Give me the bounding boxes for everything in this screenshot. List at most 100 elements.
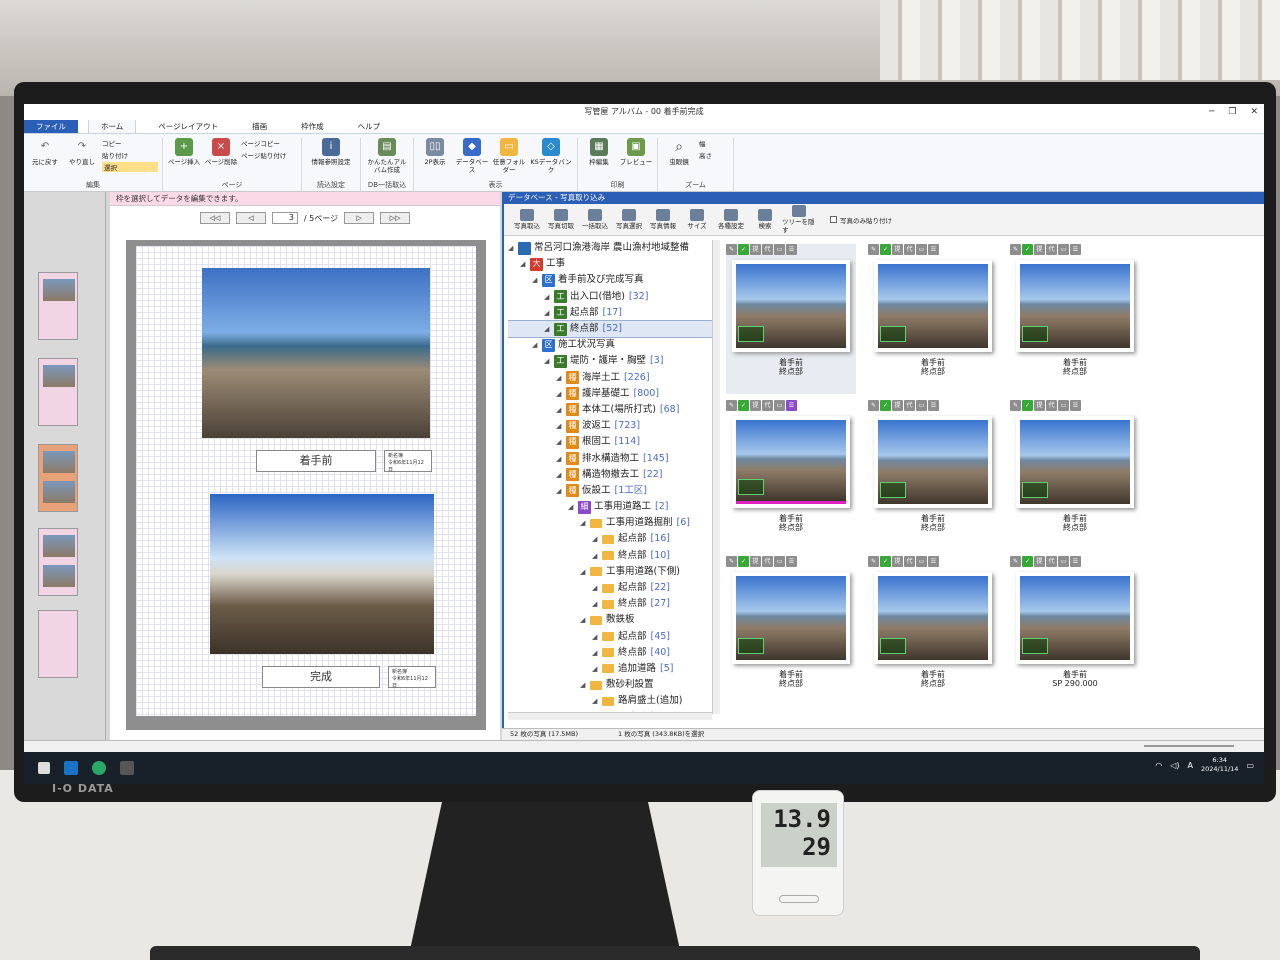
tree-node[interactable]: ◢ 種排水構造物工 [145] (508, 450, 714, 466)
expand-icon[interactable]: ◢ (556, 483, 566, 499)
photo-card[interactable]: ✎ ✓ 提代 ▭ ☰ 着手前 終点部 (726, 244, 856, 394)
zoom-slider[interactable] (1144, 745, 1234, 747)
status-icon[interactable]: ✓ (1022, 244, 1033, 255)
expand-icon[interactable]: ◢ (556, 386, 566, 402)
tree-node[interactable]: ◢ 種波返工 [723] (508, 418, 714, 434)
status-icon[interactable]: 代 (762, 400, 773, 411)
status-icon[interactable]: 代 (1046, 556, 1057, 567)
status-icon[interactable]: ✓ (738, 244, 749, 255)
expand-icon[interactable]: ◢ (508, 240, 518, 256)
expand-icon[interactable]: ◢ (592, 629, 602, 645)
page-thumb-3[interactable] (38, 444, 78, 512)
edge-icon[interactable] (92, 761, 106, 775)
db-tool-button[interactable]: 写真取込 (510, 209, 544, 230)
page-thumb-2[interactable] (38, 358, 78, 426)
tab-help[interactable]: ヘルプ (346, 120, 393, 133)
status-icon[interactable]: 提 (892, 556, 903, 567)
page-thumb-1[interactable] (38, 272, 78, 340)
tree-node[interactable]: ◢ 起点部 [22] (508, 580, 714, 596)
db-tool-button[interactable]: サイズ (680, 209, 714, 230)
select-button[interactable]: 選択 (102, 162, 158, 172)
expand-icon[interactable]: ◢ (580, 515, 590, 531)
redo-button[interactable]: ↷ やり直し (65, 138, 99, 178)
db-tool-button[interactable]: 写真情報 (646, 209, 680, 230)
expand-icon[interactable]: ◢ (580, 677, 590, 693)
status-icon[interactable]: 提 (750, 244, 761, 255)
status-icon[interactable]: ✓ (1022, 556, 1033, 567)
only-photo-checkbox[interactable]: 写真のみ貼り付け (830, 215, 892, 225)
expand-icon[interactable]: ◢ (592, 596, 602, 612)
photo-card[interactable]: ✎ ✓ 提代 ▭ ☰ 着手前 終点部 (868, 556, 998, 706)
status-icon[interactable]: ☰ (786, 244, 797, 255)
photo-thumbnail[interactable] (874, 572, 992, 664)
tree-node[interactable]: ◢ 種構造物撤去工 [22] (508, 467, 714, 483)
tree-node[interactable]: ◢ 細工事用道路工 [2] (508, 499, 714, 515)
status-icon[interactable]: ✓ (880, 400, 891, 411)
paste-button[interactable]: 貼り付け (102, 150, 158, 160)
info-ref-button[interactable]: i 情報参照設定 (306, 138, 356, 178)
tree-node[interactable]: ◢ 種本体工(場所打式) [68] (508, 402, 714, 418)
expand-icon[interactable]: ◢ (556, 434, 566, 450)
tree-node[interactable]: ◢ 工起点部 [17] (508, 305, 714, 321)
tree-node[interactable]: ◢ 工事用道路(下側) (508, 564, 714, 580)
tree-node[interactable]: ◢ 区着手前及び完成写真 (508, 272, 714, 288)
expand-icon[interactable]: ◢ (532, 272, 542, 288)
status-icon[interactable]: ✓ (880, 556, 891, 567)
start-icon[interactable] (38, 762, 50, 774)
expand-icon[interactable]: ◢ (556, 451, 566, 467)
minimize-icon[interactable]: ─ (1209, 104, 1214, 120)
status-icon[interactable]: ▭ (1058, 556, 1069, 567)
status-icon[interactable]: ▭ (774, 244, 785, 255)
expand-icon[interactable]: ◢ (592, 548, 602, 564)
stamp-frame-2[interactable]: 新名簿 令和6年11月12日 (388, 666, 436, 689)
fit-height-button[interactable]: 高さ (699, 150, 729, 160)
undo-button[interactable]: ↶ 元に戻す (28, 138, 62, 178)
status-icon[interactable]: ✓ (1022, 400, 1033, 411)
db-tool-button[interactable]: 各種設定 (714, 209, 748, 230)
expand-icon[interactable]: ◢ (556, 370, 566, 386)
database-button[interactable]: ◆ データベース (455, 138, 489, 178)
status-icon[interactable]: ✓ (738, 400, 749, 411)
status-icon[interactable]: 代 (762, 244, 773, 255)
tree-node[interactable]: ◢ 終点部 [40] (508, 645, 714, 661)
photo-card[interactable]: ✎ ✓ 提代 ▭ ☰ 着手前 終点部 (726, 556, 856, 706)
status-icon[interactable]: 代 (904, 556, 915, 567)
status-icon[interactable]: ☰ (928, 556, 939, 567)
page-thumb-4[interactable] (38, 528, 78, 596)
two-page-button[interactable]: ▯▯ 2P表示 (418, 138, 452, 178)
tree-node[interactable]: ◢ 大工事 (508, 256, 714, 272)
expand-icon[interactable]: ◢ (556, 402, 566, 418)
insert-page-button[interactable]: + ページ挿入 (167, 138, 201, 178)
photo-thumbnail[interactable] (732, 416, 850, 508)
expand-icon[interactable]: ◢ (580, 612, 590, 628)
status-icon[interactable]: ✎ (868, 556, 879, 567)
status-icon[interactable]: 提 (892, 400, 903, 411)
status-icon[interactable]: ▭ (1058, 400, 1069, 411)
ks-bank-button[interactable]: ◇ KSデータバンク (529, 138, 573, 178)
tab-draw[interactable]: 描画 (240, 120, 279, 133)
photo-card[interactable]: ✎ ✓ 提代 ▭ ☰ 着手前 SP 290.000 (1010, 556, 1140, 706)
status-icon[interactable]: ✎ (868, 244, 879, 255)
expand-icon[interactable]: ◢ (544, 289, 554, 305)
status-icon[interactable]: ☰ (786, 556, 797, 567)
expand-icon[interactable]: ◢ (592, 645, 602, 661)
delete-page-button[interactable]: × ページ削除 (204, 138, 238, 178)
outlook-icon[interactable] (64, 761, 78, 775)
prev-page-button[interactable]: ◁ (235, 212, 266, 224)
status-icon[interactable]: 代 (1046, 244, 1057, 255)
tree-node[interactable]: ◢ 種護岸基礎工 [800] (508, 386, 714, 402)
photo-thumbnail[interactable] (1016, 260, 1134, 352)
album-page[interactable]: 着手前 新名簿 令和6年11月12日 完成 新名簿 令和6年11月12日 (136, 246, 476, 716)
expand-icon[interactable]: ◢ (592, 661, 602, 677)
photo-card[interactable]: ✎ ✓ 提代 ▭ ☰ 着手前 終点部 (726, 400, 856, 550)
photo-thumbnail[interactable] (1016, 416, 1134, 508)
status-icon[interactable]: ✓ (880, 244, 891, 255)
status-icon[interactable]: 提 (1034, 400, 1045, 411)
expand-icon[interactable]: ◢ (592, 580, 602, 596)
status-icon[interactable]: ▭ (916, 244, 927, 255)
tree-node[interactable]: ◢ 終点部 [27] (508, 596, 714, 612)
tree-node[interactable]: ◢ 種仮設工 [1工区] (508, 483, 714, 499)
page-thumb-5[interactable] (38, 610, 78, 678)
page-copy-button[interactable]: ページコピー (241, 138, 297, 148)
photo-card[interactable]: ✎ ✓ 提代 ▭ ☰ 着手前 終点部 (1010, 400, 1140, 550)
